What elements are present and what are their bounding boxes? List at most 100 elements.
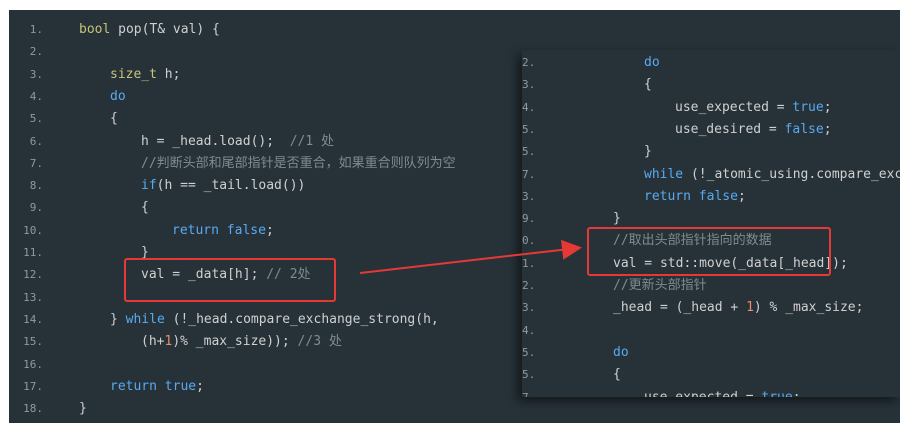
main-line: 6. h = _head.load(); //1 处 [9, 131, 334, 153]
code-token: h = _head.load(); [141, 133, 290, 149]
code-text: do [551, 55, 660, 70]
code-token: { [110, 111, 118, 127]
line-number: 3. [522, 189, 536, 203]
code-token: if [141, 178, 157, 194]
code-text: use_expected = true; [551, 390, 801, 398]
main-line: 5. { [9, 108, 118, 130]
main-line: 16. [9, 354, 79, 376]
popup-line: 3. return false; [522, 186, 746, 208]
code-token: use_expected = [644, 389, 762, 398]
code-text: //判断头部和尾部指针是否重合，如果重合则队列为空 [79, 156, 456, 171]
line-number: 13. [23, 290, 43, 304]
line-number: 14. [23, 312, 43, 326]
line-number: 5. [29, 112, 43, 126]
code-text: do [551, 345, 629, 360]
code-text: while (!_atomic_using.compare_excha [551, 167, 900, 182]
code-token: size_t [110, 66, 157, 82]
code-token: pop(T& val) { [110, 22, 220, 37]
code-text: return true; [79, 379, 204, 394]
main-line: 4. do [9, 86, 126, 108]
code-token: ; [265, 222, 274, 238]
code-token: (h == _tail.load()) [156, 178, 306, 194]
line-number: 7. [29, 156, 43, 170]
code-text: //更新头部指针 [551, 278, 707, 293]
popup-line: 7. while (!_atomic_using.compare_excha [522, 164, 900, 186]
code-text: _head = (_head + 1) % _max_size; [551, 300, 863, 315]
code-text: return false; [79, 223, 274, 238]
code-token: )% _max_size)); [172, 334, 298, 350]
line-number: 15. [23, 335, 43, 349]
code-token: use_desired = [675, 121, 785, 137]
code-token: true [164, 378, 197, 394]
main-line: 7. //判断头部和尾部指针是否重合，如果重合则队列为空 [9, 153, 456, 175]
code-token: //3 处 [297, 334, 342, 350]
code-token: return [110, 378, 157, 394]
code-token: return [172, 222, 219, 238]
main-line: 17. return true; [9, 376, 204, 398]
code-token: ; [792, 389, 801, 398]
popup-line: 4. use_expected = true; [522, 97, 832, 119]
line-number: 3. [522, 301, 536, 315]
line-number: 1. [29, 23, 43, 36]
line-number: 2. [522, 279, 536, 292]
line-number: 5. [522, 145, 536, 159]
line-number: 17. [23, 379, 43, 393]
popup-line: 3. _head = (_head + 1) % _max_size; [522, 297, 863, 319]
line-number: 3. [29, 67, 43, 81]
code-token: _head = (_head + [613, 300, 747, 316]
popup-line: 5. { [522, 364, 621, 386]
line-number: 8. [29, 179, 43, 193]
main-line: 2. [9, 41, 79, 63]
main-line: 9. { [9, 197, 149, 219]
line-number: 4. [522, 323, 536, 337]
popup-line: 3. { [522, 74, 652, 96]
highlight-box-right [587, 227, 831, 276]
code-token: bool [79, 22, 111, 37]
code-text: if(h == _tail.load()) [79, 178, 305, 193]
line-number: 9. [29, 201, 43, 215]
code-token: ; [196, 378, 204, 394]
code-token: (h+ [141, 334, 165, 350]
code-text: { [79, 111, 118, 126]
code-token: true [761, 389, 793, 398]
code-token: while [644, 166, 684, 182]
code-token: (!_head.compare_exchange_strong(h, [164, 311, 439, 327]
line-number: 4. [522, 100, 536, 114]
line-number: 12. [23, 268, 43, 282]
code-token: { [613, 367, 621, 383]
line-number: 5. [522, 122, 536, 136]
code-token: } [613, 211, 621, 227]
code-token: } [110, 311, 126, 327]
code-text: use_expected = true; [551, 100, 832, 115]
main-line: 13. [9, 287, 79, 309]
code-text: return false; [551, 189, 746, 204]
code-token: { [141, 200, 149, 216]
line-number: 2. [522, 56, 536, 69]
code-token: do [644, 55, 660, 70]
code-token: do [110, 88, 126, 104]
code-token: (!_atomic_using.compare_excha [683, 166, 900, 182]
code-text: } while (!_head.compare_exchange_strong(… [79, 312, 439, 327]
code-token: use_expected = [675, 99, 793, 115]
popup-line: 5.} [522, 141, 652, 163]
code-token: return [644, 188, 691, 204]
main-line: 8. if(h == _tail.load()) [9, 175, 306, 197]
code-text: } [551, 144, 652, 159]
code-token: 1 [746, 300, 754, 316]
code-text: } [551, 211, 621, 226]
main-line: 10. return false; [9, 220, 274, 242]
main-line: 3. size_t h; [9, 64, 181, 86]
line-number: 4. [29, 89, 43, 103]
line-number: 16. [23, 357, 43, 371]
code-token: ; [823, 99, 832, 115]
code-token: //1 处 [289, 133, 335, 149]
code-token: do [613, 344, 629, 360]
line-number: 2. [29, 45, 43, 59]
code-text: (h+1)% _max_size)); //3 处 [79, 334, 342, 349]
line-number: 1. [522, 256, 536, 270]
line-number: 0. [522, 234, 536, 248]
code-text: { [551, 367, 621, 382]
code-token: } [79, 401, 87, 417]
